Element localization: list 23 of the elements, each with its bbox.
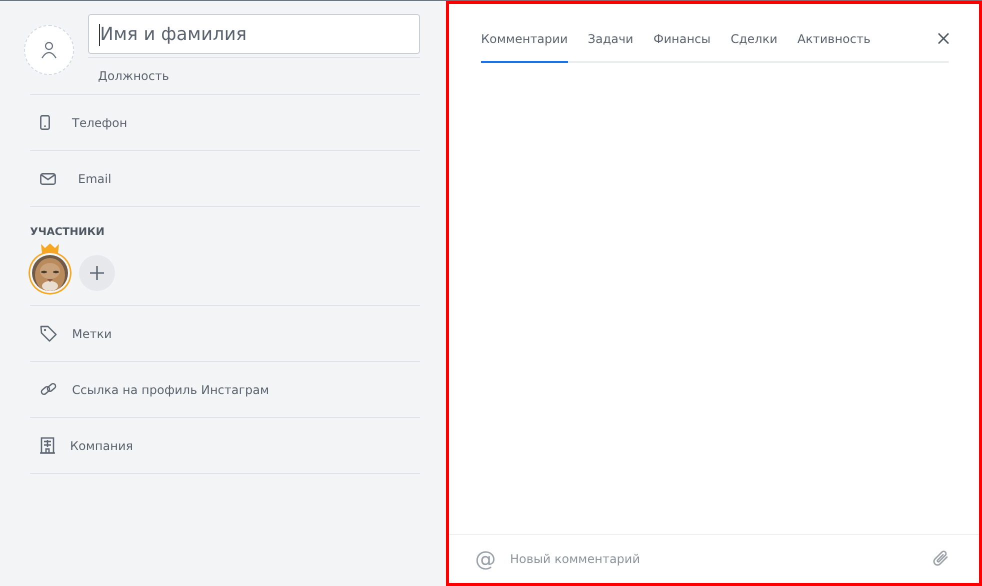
person-icon bbox=[41, 41, 57, 59]
position-field[interactable]: Должность bbox=[88, 57, 420, 83]
tab[interactable]: Сделки bbox=[730, 16, 778, 63]
comment-field[interactable]: Новый комментарий bbox=[510, 552, 917, 566]
close-icon[interactable] bbox=[938, 33, 949, 44]
phone-icon bbox=[40, 115, 50, 130]
envelope-icon bbox=[40, 172, 56, 184]
field-label[interactable]: Телефон bbox=[72, 116, 128, 130]
tab[interactable]: Задачи bbox=[588, 16, 634, 63]
link-icon bbox=[40, 381, 57, 398]
field-label[interactable]: Ссылка на профиль Инстаграм bbox=[72, 382, 270, 396]
name-field[interactable]: Имя и фамилия bbox=[88, 14, 420, 54]
tag-icon bbox=[40, 325, 57, 342]
tab[interactable]: Активность bbox=[797, 16, 871, 63]
tab[interactable]: Финансы bbox=[653, 16, 711, 63]
add-member-button[interactable] bbox=[79, 255, 115, 291]
field-label[interactable]: Email bbox=[78, 172, 112, 186]
field-label[interactable]: Метки bbox=[72, 326, 112, 340]
field-label[interactable]: Компания bbox=[70, 438, 133, 452]
section-title: УЧАСТНИКИ bbox=[30, 226, 106, 238]
building-icon bbox=[40, 437, 55, 454]
tab[interactable]: Комментарии bbox=[481, 16, 568, 63]
plus-icon bbox=[90, 266, 104, 280]
